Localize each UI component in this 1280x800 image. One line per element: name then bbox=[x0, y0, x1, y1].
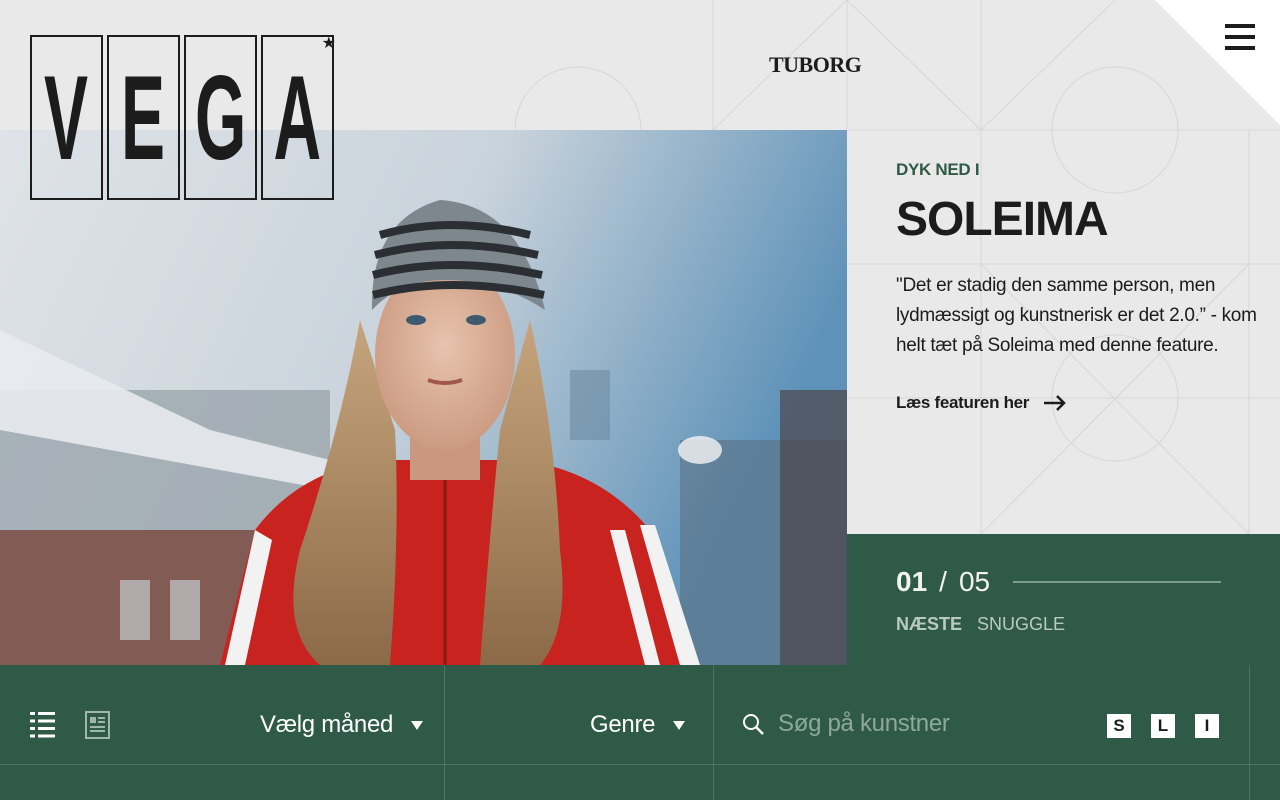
slide-current: 01 bbox=[896, 566, 928, 597]
feature-quote: "Det er stadig den samme person, men lyd… bbox=[896, 275, 1257, 356]
logo-letter-box: V bbox=[30, 35, 103, 200]
artist-portrait bbox=[0, 130, 847, 665]
next-slide-title[interactable]: SNUGGLE bbox=[977, 614, 1065, 635]
chevron-down-icon bbox=[411, 720, 424, 730]
logo-letter-box: G bbox=[184, 35, 257, 200]
corner-fold bbox=[1155, 0, 1280, 125]
size-filter-i[interactable]: I bbox=[1195, 714, 1219, 738]
logo-letter-box: A bbox=[261, 35, 334, 200]
search-icon bbox=[743, 714, 764, 735]
list-view-icon[interactable] bbox=[30, 712, 55, 738]
filter-divider bbox=[713, 665, 714, 800]
chevron-down-icon bbox=[673, 720, 686, 730]
logo-letter-box: E bbox=[107, 35, 180, 200]
genre-select[interactable]: Genre bbox=[590, 711, 686, 739]
feature-eyebrow: DYK NED I bbox=[896, 160, 980, 179]
vega-logo[interactable]: V E G A ★ bbox=[30, 35, 336, 200]
logo-star-icon: ★ bbox=[321, 35, 336, 52]
size-filter-group: S L I bbox=[1107, 714, 1219, 738]
artist-search bbox=[742, 710, 1058, 738]
logo-letter: A bbox=[273, 50, 322, 185]
filter-divider bbox=[1249, 665, 1250, 800]
slide-progress-line bbox=[1013, 581, 1221, 583]
hero-image[interactable] bbox=[0, 130, 847, 665]
read-feature-label: Læs featuren her bbox=[896, 393, 1030, 412]
arrow-right-icon bbox=[1044, 395, 1066, 411]
document-view-icon[interactable] bbox=[85, 711, 110, 739]
genre-select-label: Genre bbox=[590, 711, 656, 738]
logo-letter: V bbox=[44, 50, 89, 185]
logo-letter: G bbox=[194, 50, 247, 185]
filter-divider bbox=[444, 665, 445, 800]
month-select[interactable]: Vælg måned bbox=[260, 711, 424, 739]
search-input[interactable] bbox=[778, 710, 1058, 738]
slide-counter: 01 / 05 bbox=[896, 566, 990, 598]
hamburger-menu-icon[interactable] bbox=[1225, 24, 1255, 50]
read-feature-link[interactable]: Læs featuren her bbox=[896, 393, 1266, 413]
feature-artist-title: SOLEIMA bbox=[896, 193, 1109, 246]
burger-bar bbox=[1225, 35, 1255, 39]
next-slide-label[interactable]: NÆSTE bbox=[896, 614, 962, 635]
slide-separator: / bbox=[939, 566, 947, 597]
feature-panel: DYK NED I SOLEIMA "Det er stadig den sam… bbox=[896, 160, 1266, 413]
size-filter-s[interactable]: S bbox=[1107, 714, 1131, 738]
month-select-label: Vælg måned bbox=[260, 711, 394, 738]
burger-bar bbox=[1225, 46, 1255, 50]
slide-total: 05 bbox=[958, 566, 991, 597]
size-filter-l[interactable]: L bbox=[1151, 714, 1175, 738]
next-slide[interactable]: NÆSTE SNUGGLE bbox=[896, 614, 1065, 635]
burger-bar bbox=[1225, 24, 1255, 28]
sponsor-logo[interactable]: TUBORG bbox=[769, 52, 862, 78]
filter-bar: Vælg måned Genre S L I bbox=[0, 665, 1280, 800]
slide-counter-panel: 01 / 05 NÆSTE SNUGGLE bbox=[847, 534, 1280, 665]
logo-letter: E bbox=[121, 50, 166, 185]
